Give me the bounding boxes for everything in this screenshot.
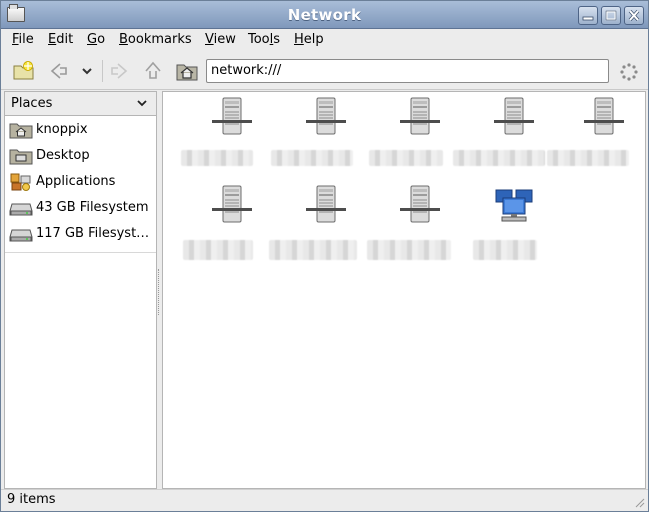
menu-go[interactable]: Go bbox=[87, 32, 105, 47]
item-label bbox=[369, 150, 443, 166]
menu-help[interactable]: Help bbox=[294, 32, 324, 47]
maximize-button[interactable] bbox=[601, 6, 621, 25]
home-button[interactable] bbox=[174, 58, 200, 84]
chevron-down-icon bbox=[137, 100, 147, 107]
minimize-button[interactable] bbox=[578, 6, 598, 25]
network-server-item[interactable] bbox=[369, 96, 463, 178]
server-icon bbox=[584, 97, 624, 135]
menu-file[interactable]: File bbox=[12, 32, 34, 47]
resize-grip-icon bbox=[635, 498, 645, 508]
item-label bbox=[183, 240, 253, 260]
sidebar-title: Places bbox=[11, 96, 53, 111]
minimize-icon bbox=[582, 16, 594, 21]
home-icon bbox=[176, 64, 198, 81]
server-icon bbox=[400, 185, 440, 223]
server-icon bbox=[306, 97, 346, 135]
home-folder-icon bbox=[9, 123, 33, 139]
menu-edit[interactable]: Edit bbox=[48, 32, 73, 47]
close-icon bbox=[628, 10, 640, 21]
sidebar-item-label: Desktop bbox=[36, 148, 90, 163]
throbber-icon bbox=[620, 63, 638, 81]
menu-bookmarks[interactable]: Bookmarks bbox=[119, 32, 192, 47]
network-computers-icon bbox=[495, 189, 533, 222]
network-computers-item[interactable] bbox=[467, 184, 557, 266]
pane-resize-handle[interactable] bbox=[158, 269, 160, 315]
menu-tools[interactable]: Tools bbox=[248, 32, 280, 47]
network-server-item[interactable] bbox=[269, 184, 369, 266]
new-folder-bookmark-button[interactable] bbox=[11, 58, 37, 84]
item-label bbox=[473, 240, 537, 260]
dropdown-chevron-icon bbox=[82, 68, 92, 75]
back-icon bbox=[50, 63, 67, 79]
toolbar: network:/// bbox=[1, 52, 648, 90]
drive-icon bbox=[9, 229, 33, 242]
sidebar-divider bbox=[5, 252, 156, 253]
server-icon bbox=[212, 97, 252, 135]
toolbar-separator bbox=[102, 60, 103, 82]
back-button[interactable] bbox=[45, 58, 71, 84]
sidebar-item-label: knoppix bbox=[36, 122, 88, 137]
forward-button[interactable] bbox=[107, 58, 133, 84]
item-label bbox=[367, 240, 451, 260]
window-title: Network bbox=[287, 6, 362, 24]
network-server-item[interactable] bbox=[271, 96, 369, 178]
network-server-item[interactable] bbox=[183, 184, 275, 266]
new-folder-bookmark-icon bbox=[13, 61, 34, 80]
file-manager-window: Network File Edit Go Bookmarks View Tool… bbox=[0, 0, 649, 512]
location-input[interactable]: network:/// bbox=[206, 59, 609, 83]
network-server-item[interactable] bbox=[453, 96, 557, 178]
item-label bbox=[269, 240, 357, 260]
sidebar-item-label: 43 GB Filesystem bbox=[36, 200, 149, 215]
sidebar-item-117gb-filesystem[interactable]: 117 GB Filesyst… bbox=[7, 222, 155, 246]
sidebar-item-applications[interactable]: Applications bbox=[7, 170, 155, 194]
desktop-folder-icon bbox=[9, 149, 33, 165]
places-sidebar: Places knoppix Desktop Applications 43 G… bbox=[4, 91, 157, 489]
network-server-item[interactable] bbox=[181, 96, 275, 178]
server-icon bbox=[400, 97, 440, 135]
network-server-item[interactable] bbox=[547, 96, 647, 178]
network-icon-view bbox=[162, 91, 646, 489]
forward-icon bbox=[111, 63, 128, 79]
up-button[interactable] bbox=[140, 58, 166, 84]
item-label bbox=[181, 150, 253, 166]
item-label bbox=[453, 150, 545, 166]
sidebar-item-knoppix[interactable]: knoppix bbox=[7, 118, 155, 142]
sidebar-item-label: 117 GB Filesyst… bbox=[36, 226, 150, 241]
sidebar-item-desktop[interactable]: Desktop bbox=[7, 144, 155, 168]
sidebar-header[interactable]: Places bbox=[5, 92, 156, 116]
title-bar[interactable]: Network bbox=[1, 1, 648, 29]
maximize-icon bbox=[605, 10, 617, 21]
activity-throbber bbox=[616, 58, 642, 84]
sidebar-item-43gb-filesystem[interactable]: 43 GB Filesystem bbox=[7, 196, 155, 220]
applications-icon bbox=[10, 173, 31, 191]
server-icon bbox=[494, 97, 534, 135]
menu-view[interactable]: View bbox=[205, 32, 236, 47]
server-icon bbox=[212, 185, 252, 223]
back-history-dropdown[interactable] bbox=[77, 58, 97, 84]
network-server-item[interactable] bbox=[367, 184, 463, 266]
status-bar: 9 items bbox=[1, 489, 648, 511]
sidebar-item-label: Applications bbox=[36, 174, 116, 189]
menu-bar: File Edit Go Bookmarks View Tools Help bbox=[1, 29, 648, 52]
item-label bbox=[271, 150, 353, 166]
drive-icon bbox=[9, 203, 33, 216]
item-count: 9 items bbox=[7, 492, 56, 507]
close-button[interactable] bbox=[624, 6, 644, 25]
item-label bbox=[547, 150, 629, 166]
server-icon bbox=[306, 185, 346, 223]
up-icon bbox=[145, 61, 161, 79]
